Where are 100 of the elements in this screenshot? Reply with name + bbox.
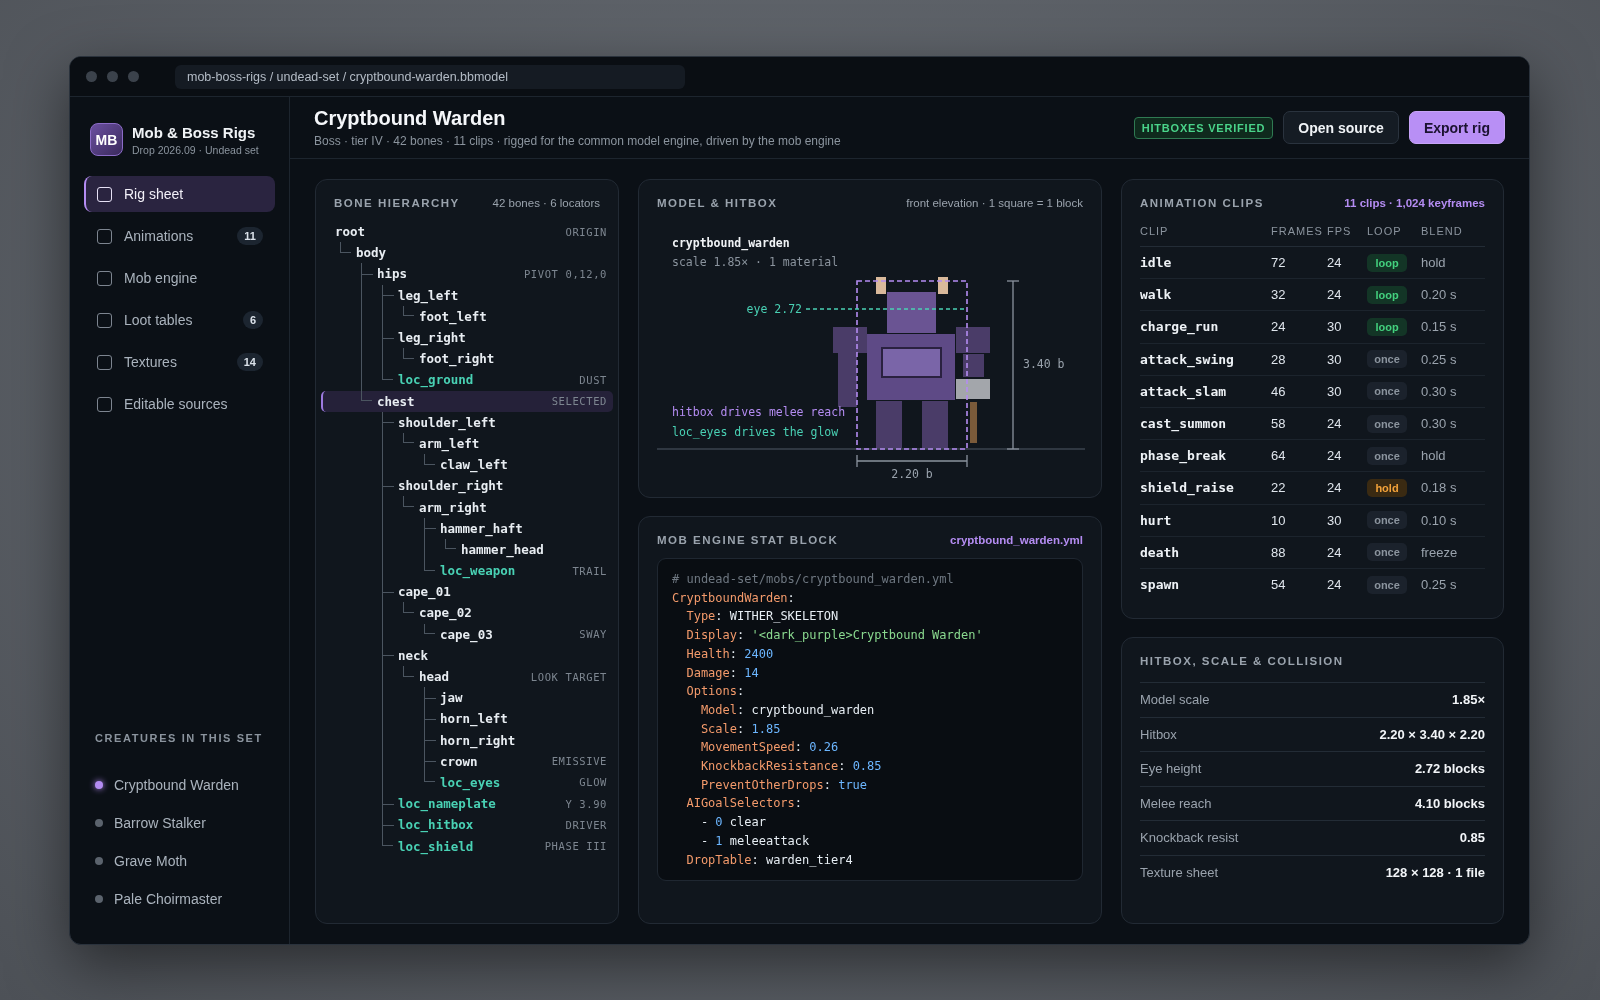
tree-connector	[445, 538, 456, 550]
tree-connector	[382, 326, 393, 349]
count-badge: 14	[236, 353, 263, 371]
tree-row[interactable]: shoulder_right	[321, 475, 613, 497]
tree-connector	[340, 242, 351, 253]
panel-title: ANIMATION CLIPS	[1140, 197, 1264, 209]
panel-note: front elevation · 1 square = 1 block	[906, 197, 1083, 209]
tree-row[interactable]: foot_left	[321, 305, 613, 327]
panel-title: MODEL & HITBOX	[657, 197, 778, 209]
tree-row[interactable]: claw_left	[321, 454, 613, 476]
sidebar-item[interactable]: Animations 11	[84, 218, 275, 254]
code-line: Type: WITHER_SKELETON	[685, 608, 840, 626]
bone-name: neck	[398, 647, 430, 663]
bone-name: hammer_head	[461, 541, 545, 557]
tree-row[interactable]: foot_right	[321, 348, 613, 370]
creature-item[interactable]: Barrow Stalker	[84, 804, 275, 842]
bone-tag: TRAIL	[572, 564, 607, 577]
loop-badge: once	[1367, 382, 1407, 401]
eye-label: eye 2.72	[746, 302, 802, 316]
loop-badge: loop	[1367, 253, 1407, 272]
tree-connector	[403, 432, 414, 444]
table-cell: idle	[1140, 247, 1271, 280]
brand-name: Mob & Boss Rigs	[132, 123, 257, 141]
code-line: KnockbackResistance: 0.85	[699, 758, 883, 776]
tree-row[interactable]: root ORIGIN	[321, 221, 613, 243]
panel-note: 11 clips · 1,024 keyframes	[1344, 197, 1485, 209]
window-button[interactable]	[86, 71, 97, 82]
tree-row[interactable]: cape_03 SWAY	[321, 623, 613, 645]
tree-connector	[382, 793, 393, 815]
bone-name: leg_left	[398, 287, 460, 303]
path-field[interactable]: mob-boss-rigs / undead-set / cryptbound-warden.bbmodel	[175, 64, 685, 89]
tree-row[interactable]: arm_left	[321, 432, 613, 455]
export-button[interactable]: Export rig	[1408, 111, 1505, 144]
bone-name: arm_left	[419, 435, 481, 451]
bone-name: foot_left	[419, 308, 488, 324]
tree-row[interactable]: loc_shield PHASE III	[321, 835, 613, 857]
section-title: CREATURES IN THIS SET	[94, 732, 264, 744]
sidebar-item[interactable]: Editable sources	[84, 386, 275, 422]
creature-item[interactable]: Pale Choirmaster	[84, 880, 275, 918]
code-line: AIGoalSelectors:	[685, 795, 804, 813]
bone-tag: SWAY	[579, 628, 607, 641]
table-cell: 0.18 s	[1421, 472, 1485, 505]
locator-name: loc_nameplate	[398, 796, 497, 812]
tree-connector	[424, 729, 435, 751]
tree-row[interactable]: leg_left	[321, 284, 613, 306]
code-line: # undead-set/mobs/cryptbound_warden.yml	[672, 571, 955, 588]
window-button[interactable]	[107, 71, 118, 82]
open-button[interactable]: Open source	[1283, 111, 1399, 144]
loop-badge: once	[1367, 575, 1407, 594]
sidebar-item[interactable]: Textures 14	[84, 344, 275, 380]
tree-row[interactable]: arm_right	[321, 496, 613, 518]
loop-badge: loop	[1367, 285, 1407, 304]
sidebar-item[interactable]: Rig sheet	[84, 176, 275, 212]
tree-row[interactable]: loc_ground DUST	[321, 369, 613, 391]
tree-row[interactable]: loc_hitbox DRIVER	[321, 814, 613, 836]
code-line: Display: '<dark_purple>Cryptbound Warden'	[685, 627, 984, 645]
tree-connector	[382, 644, 393, 666]
tree-connector	[382, 369, 393, 380]
table-cell: 0.30 s	[1421, 375, 1485, 408]
tree-guide-line	[382, 348, 383, 370]
tree-row[interactable]: cape_01	[321, 581, 613, 603]
tree-row[interactable]: cape_02	[321, 602, 613, 624]
sidebar-item[interactable]: Mob engine	[84, 260, 275, 296]
bone-name: hips	[377, 266, 409, 282]
table-cell: 46	[1271, 375, 1327, 408]
window-button[interactable]	[128, 71, 139, 82]
tree-row[interactable]: loc_eyes GLOW	[321, 771, 613, 794]
bone-name: arm_right	[419, 499, 488, 515]
file-link[interactable]: cryptbound_warden.yml	[950, 534, 1083, 546]
tree-row[interactable]: shoulder_left	[321, 411, 613, 433]
creature-name: Barrow Stalker	[114, 815, 206, 831]
table-cell: shield_raise	[1140, 472, 1271, 505]
panel-note: 42 bones · 6 locators	[492, 197, 600, 209]
tree-row[interactable]: loc_nameplate Y 3.90	[321, 793, 613, 815]
tree-row[interactable]: horn_right	[321, 729, 613, 751]
tree-row[interactable]: body	[321, 242, 613, 264]
property-label: Model scale	[1140, 692, 1210, 708]
bone-tag: SELECTED	[551, 395, 607, 408]
table-cell: 64	[1271, 440, 1327, 473]
tree-row[interactable]: horn_left	[321, 708, 613, 730]
tree-row[interactable]: jaw	[321, 687, 613, 709]
tree-row[interactable]: hammer_head	[321, 538, 613, 560]
creature-item[interactable]: Cryptbound Warden	[84, 766, 275, 804]
tree-row[interactable]: leg_right	[321, 326, 613, 349]
sidebar-item[interactable]: Loot tables 6	[84, 302, 275, 338]
tree-row[interactable]: neck	[321, 644, 613, 666]
page-subtitle: Boss · tier IV · 42 bones · 11 clips · rigged for the common model engine, driven by the mob engine	[314, 134, 842, 148]
tree-connector	[382, 411, 393, 433]
tree-row[interactable]: chest SELECTED	[321, 390, 613, 412]
tree-row[interactable]: hammer_haft	[321, 517, 613, 539]
bone-name: head	[419, 669, 451, 685]
tree-row[interactable]: crown EMISSIVE	[321, 750, 613, 772]
table-cell: walk	[1140, 279, 1271, 312]
tree-row[interactable]: hips PIVOT 0,12,0	[321, 263, 613, 285]
code-line: - 1 meleeattack	[699, 832, 811, 850]
tree-row[interactable]: head LOOK TARGET	[321, 665, 613, 688]
table-cell: 22	[1271, 472, 1327, 505]
creature-item[interactable]: Grave Moth	[84, 842, 275, 880]
tree-row[interactable]: loc_weapon TRAIL	[321, 560, 613, 582]
loop-badge: once	[1367, 446, 1407, 465]
